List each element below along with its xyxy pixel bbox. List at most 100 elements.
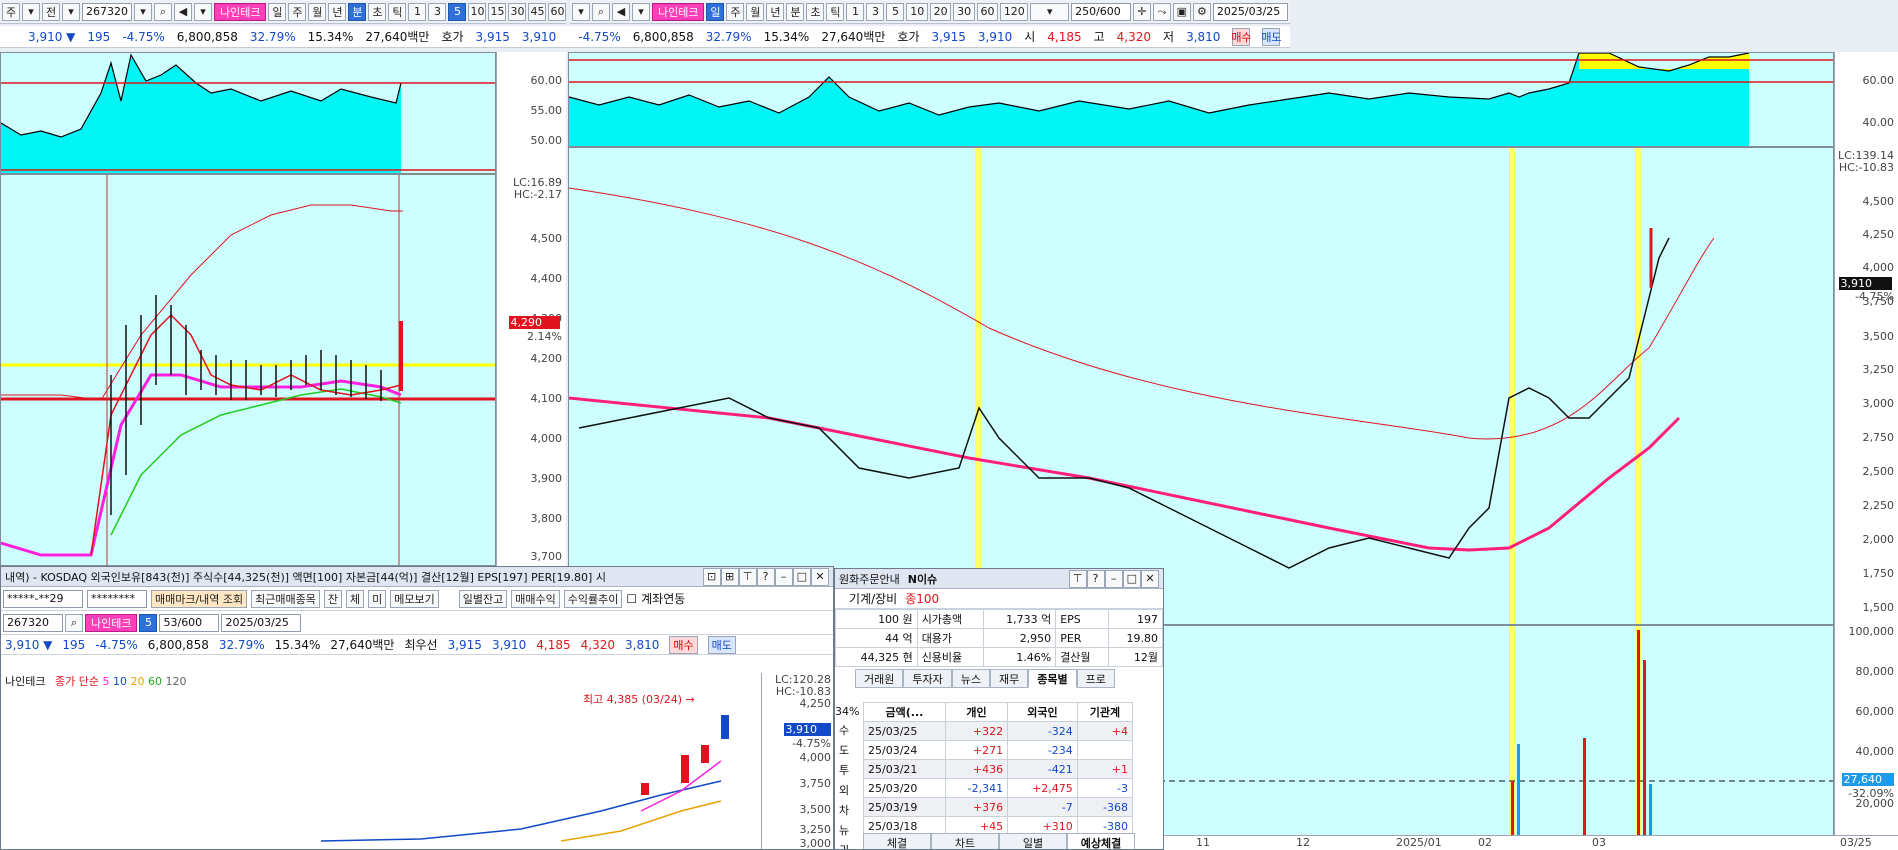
period-month[interactable]: 월: [308, 2, 327, 21]
table-row[interactable]: 25/03/24 +271 -234: [863, 740, 1134, 760]
period-day[interactable]: 일: [706, 2, 725, 21]
maximize-icon[interactable]: □: [1122, 569, 1141, 588]
link-icon[interactable]: ⊞: [720, 567, 739, 586]
pin-icon[interactable]: ⊤: [1068, 569, 1087, 588]
tab-investor[interactable]: 투자자: [903, 669, 952, 688]
trade-mark-button[interactable]: 매매마크/내역 조회: [151, 589, 248, 608]
interval-dropdown[interactable]: ▾: [1030, 2, 1070, 21]
memo-button[interactable]: 메모보기: [390, 589, 439, 608]
interval-20[interactable]: 20: [929, 2, 952, 21]
tab-daily[interactable]: 일별: [999, 833, 1067, 849]
fill-button[interactable]: 체: [346, 589, 365, 608]
unfilled-button[interactable]: 미: [368, 589, 387, 608]
side-menu-item[interactable]: 권: [835, 842, 853, 849]
interval-1[interactable]: 1: [846, 2, 865, 21]
count-input[interactable]: 53/600: [159, 613, 220, 632]
dropdown-arrow-icon[interactable]: ▾: [22, 2, 40, 21]
interval-5[interactable]: 5: [139, 613, 158, 632]
interval-5[interactable]: 5: [886, 2, 905, 21]
period-month[interactable]: 월: [746, 2, 765, 21]
balance-button[interactable]: 잔: [323, 589, 343, 608]
interval-120[interactable]: 120: [1000, 2, 1029, 21]
search-icon[interactable]: ⌕: [65, 613, 83, 632]
side-menu-item[interactable]: 투: [835, 762, 853, 778]
help-icon[interactable]: ?: [756, 567, 775, 586]
interval-15[interactable]: 15: [488, 2, 507, 21]
interval-45[interactable]: 45: [528, 2, 547, 21]
buy-button[interactable]: 매수: [669, 635, 698, 654]
period-minute[interactable]: 분: [348, 2, 367, 21]
minimize-icon[interactable]: –: [1104, 569, 1123, 588]
tab-expected[interactable]: 예상체결: [1067, 833, 1135, 849]
count-input[interactable]: 250/600: [1071, 2, 1131, 21]
dropdown-arrow-icon[interactable]: ▾: [134, 2, 152, 21]
interval-1[interactable]: 1: [408, 2, 427, 21]
crosshair-icon[interactable]: ✛: [1132, 2, 1151, 21]
tab-program[interactable]: 프로: [1076, 669, 1115, 688]
period-week[interactable]: 주: [288, 2, 307, 21]
tab-by-stock[interactable]: 종목별: [1028, 669, 1077, 688]
table-row[interactable]: 25/03/21 +436 -421 +1: [863, 759, 1134, 779]
news-badge[interactable]: N이슈: [908, 571, 937, 587]
search-icon[interactable]: ⌕: [154, 2, 172, 21]
tab-broker[interactable]: 거래원: [855, 669, 904, 688]
period-day[interactable]: 일: [268, 2, 287, 21]
recent-trades-button[interactable]: 최근매매종목: [251, 589, 320, 608]
period-week[interactable]: 주: [726, 2, 745, 21]
dropdown-arrow-icon[interactable]: ▾: [572, 2, 590, 21]
side-menu-item[interactable]: 34%: [835, 705, 859, 718]
side-menu-item[interactable]: 외: [835, 782, 853, 798]
help-icon[interactable]: ?: [1086, 569, 1105, 588]
date-input[interactable]: 2025/03/25: [1212, 2, 1289, 21]
period-minute[interactable]: 분: [786, 2, 805, 21]
tab-fills[interactable]: 체결: [863, 833, 931, 849]
table-row[interactable]: 25/03/25 +322 -324 +4: [863, 721, 1134, 741]
period-second[interactable]: 초: [806, 2, 825, 21]
maximize-icon[interactable]: □: [792, 567, 811, 586]
password-input[interactable]: ********: [87, 589, 147, 608]
tab-chart[interactable]: 차트: [931, 833, 999, 849]
mode-select-2[interactable]: 전: [42, 2, 60, 21]
side-menu-item[interactable]: 도: [835, 742, 853, 758]
dropdown-arrow-icon[interactable]: ▾: [194, 2, 212, 21]
interval-30[interactable]: 30: [953, 2, 975, 21]
daily-balance-button[interactable]: 일별잔고: [458, 589, 508, 608]
sound-icon[interactable]: ◀: [174, 2, 192, 21]
side-menu-item[interactable]: 수: [835, 722, 853, 738]
interval-30[interactable]: 30: [508, 2, 527, 21]
period-tick[interactable]: 틱: [388, 2, 407, 21]
column-header[interactable]: 금액(...: [863, 702, 946, 722]
trade-profit-button[interactable]: 매매수익: [511, 589, 560, 608]
stock-code-input[interactable]: 267320: [3, 613, 63, 632]
gear-icon[interactable]: ⚙: [1192, 2, 1211, 21]
lock-icon[interactable]: ⊡: [702, 567, 721, 586]
table-row[interactable]: 25/03/20 -2,341 +2,475 -3: [863, 778, 1134, 798]
account-input[interactable]: *****-**29: [3, 589, 83, 608]
sell-button[interactable]: 매도: [1261, 27, 1282, 46]
stock-name-badge[interactable]: 나인테크: [85, 613, 138, 632]
close-icon[interactable]: ✕: [1141, 569, 1159, 588]
interval-60[interactable]: 60: [548, 2, 566, 21]
date-input[interactable]: 2025/03/25: [221, 613, 302, 632]
interval-3[interactable]: 3: [428, 2, 447, 21]
period-year[interactable]: 년: [766, 2, 785, 21]
interval-10[interactable]: 10: [468, 2, 487, 21]
interval-3[interactable]: 3: [866, 2, 885, 21]
period-second[interactable]: 초: [368, 2, 387, 21]
save-icon[interactable]: ▣: [1172, 2, 1191, 21]
stock-code-input[interactable]: 267320: [82, 2, 132, 21]
minimize-icon[interactable]: –: [774, 567, 793, 586]
stock-name-badge[interactable]: 나인테크: [214, 2, 267, 21]
period-tick[interactable]: 틱: [826, 2, 845, 21]
stock-name-badge[interactable]: 나인테크: [652, 2, 705, 21]
tab-news[interactable]: 뉴스: [951, 669, 990, 688]
account-link-checkbox[interactable]: ☐: [626, 592, 637, 606]
interval-5[interactable]: 5: [448, 2, 467, 21]
side-menu-item[interactable]: 뉴: [835, 822, 853, 838]
pin-icon[interactable]: ⊤: [738, 567, 757, 586]
mode-select[interactable]: 주: [2, 2, 20, 21]
dropdown-arrow-icon[interactable]: ▾: [632, 2, 650, 21]
table-row[interactable]: 25/03/19 +376 -7 -368: [863, 797, 1134, 817]
buy-button[interactable]: 매수: [1231, 27, 1252, 46]
sound-icon[interactable]: ◀: [612, 2, 630, 21]
